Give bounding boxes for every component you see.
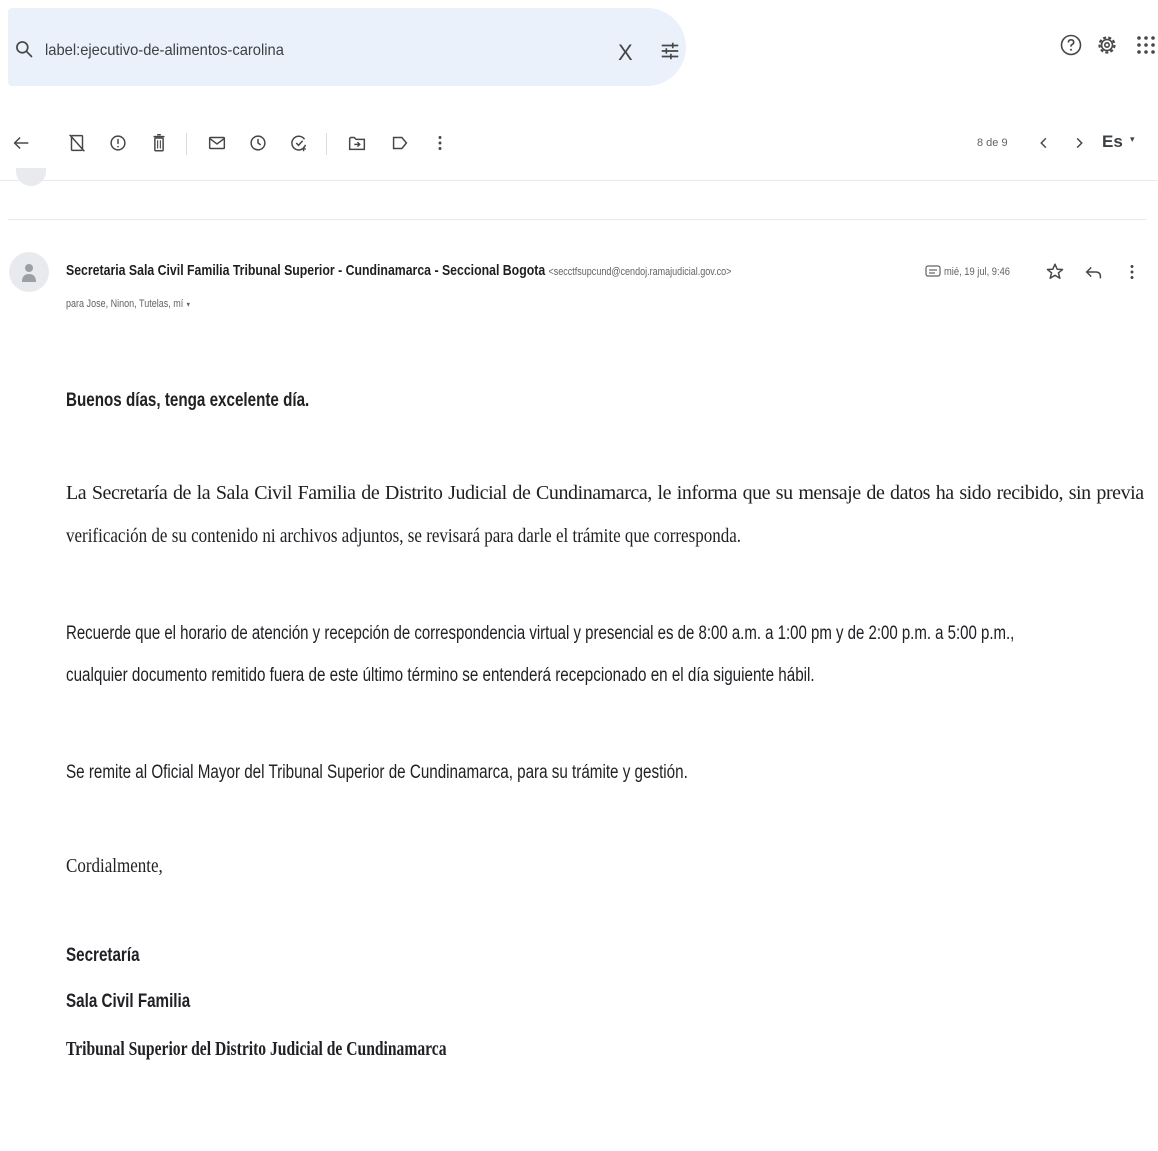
paragraph1-word: su [775,482,793,504]
snooze-icon[interactable] [247,132,269,154]
paragraph3-text: Se remite al Oficial Mayor del Tribunal … [66,762,688,783]
pagination-count: 8 de 9 [977,137,1008,149]
star-icon[interactable] [1044,261,1066,283]
closing-text: Cordialmente, [66,855,163,877]
paragraph1-line2: verificación de su contenido ni archivos… [66,525,742,547]
paragraph1-word: de [173,482,191,504]
greeting-text: Buenos días, tenga excelente día. [66,390,310,411]
paragraph1-word: La [66,482,87,504]
message-divider [8,219,1146,220]
search-input[interactable]: label:ejecutivo-de-alimentos-carolina [45,42,284,60]
signature-line2: Sala Civil Familia [66,991,191,1012]
paragraph1-word: Judicial [448,482,507,504]
paragraph1-word: Sala [215,482,249,504]
more-options-icon[interactable] [429,132,451,154]
recipients-text: para Jose, Ninon, Tutelas, mí [66,298,184,310]
sender-avatar[interactable] [9,252,49,292]
help-icon[interactable] [1059,33,1083,57]
previous-message-avatar [16,168,46,186]
recipients-dropdown-caret[interactable]: ▾ [187,300,190,309]
paragraph1-word: Civil [254,482,292,504]
paragraph1-word: ha [935,482,954,504]
settings-icon[interactable] [1095,33,1119,57]
message-date: mié, 19 jul, 9:46 [944,266,1011,278]
input-language-selector[interactable]: Es [1102,132,1123,152]
apps-grid-icon[interactable] [1134,33,1158,57]
paragraph1-word: sin [1068,482,1091,504]
label-icon[interactable] [389,132,411,154]
top-bar: label:ejecutivo-de-alimentos-carolina X [0,0,1158,104]
report-spam-icon[interactable] [107,132,129,154]
paragraph1-word: Distrito [384,482,443,504]
attachment-icon [925,265,941,277]
paragraph1-word: datos [890,482,931,504]
archive-icon[interactable] [66,132,88,154]
sender-line: Secretaria Sala Civil Familia Tribunal S… [66,262,731,280]
mark-unread-icon[interactable] [206,132,228,154]
paragraph1-word: le [657,482,672,504]
thread-divider [0,180,1158,181]
paragraph1-word: informa [676,482,738,504]
paragraph1-word: Secretaría [91,482,168,504]
paragraph1-word: sido [959,482,991,504]
add-to-tasks-icon[interactable] [288,132,310,154]
toolbar-separator [326,133,327,155]
paragraph1-word: de [866,482,885,504]
move-to-icon[interactable] [346,132,368,154]
signature-line3: Tribunal Superior del Distrito Judicial … [66,1038,447,1060]
paragraph1-line1: La Secretaría de la Sala Civil Familia de Distri… [66,482,1144,505]
paragraph1-word: de [512,482,531,504]
back-arrow-icon[interactable] [10,132,32,154]
paragraph1-word: que [742,482,771,504]
person-icon [22,264,36,282]
newer-chevron-left-icon[interactable] [1033,132,1055,154]
message-toolbar: 8 de 9 Es ▾ [0,120,1158,170]
paragraph1-word: previa [1096,482,1144,504]
signature-line1: Secretaría [66,945,140,966]
paragraph1-word: Cundinamarca, [536,482,652,504]
search-icon[interactable] [14,39,34,59]
language-dropdown-caret[interactable]: ▾ [1130,134,1135,145]
paragraph1-word: de [361,482,380,504]
older-chevron-right-icon[interactable] [1068,132,1090,154]
paragraph2-line1: Recuerde que el horario de atención y re… [66,623,1015,644]
search-options-icon[interactable] [659,40,681,62]
clear-search-label: X [618,40,633,65]
sender-name[interactable]: Secretaria Sala Civil Familia Tribunal S… [66,262,545,279]
message-more-options-icon[interactable] [1121,261,1143,283]
recipients-details[interactable]: para Jose, Ninon, Tutelas, mí ▾ [66,298,190,310]
sender-email: <secctfsupcund@cendoj.ramajudicial.gov.c… [548,266,732,278]
reply-icon[interactable] [1083,261,1105,283]
paragraph1-word: la [196,482,211,504]
search-bar[interactable]: label:ejecutivo-de-alimentos-carolina X [8,8,686,86]
paragraph1-word: recibido, [996,482,1064,504]
clear-search-icon[interactable]: X [616,40,638,65]
delete-icon[interactable] [148,132,170,154]
paragraph1-word: mensaje [798,482,861,504]
paragraph2-line2: cualquier documento remitido fuera de es… [66,665,815,686]
paragraph1-word: Familia [297,482,356,504]
toolbar-separator [186,133,187,155]
